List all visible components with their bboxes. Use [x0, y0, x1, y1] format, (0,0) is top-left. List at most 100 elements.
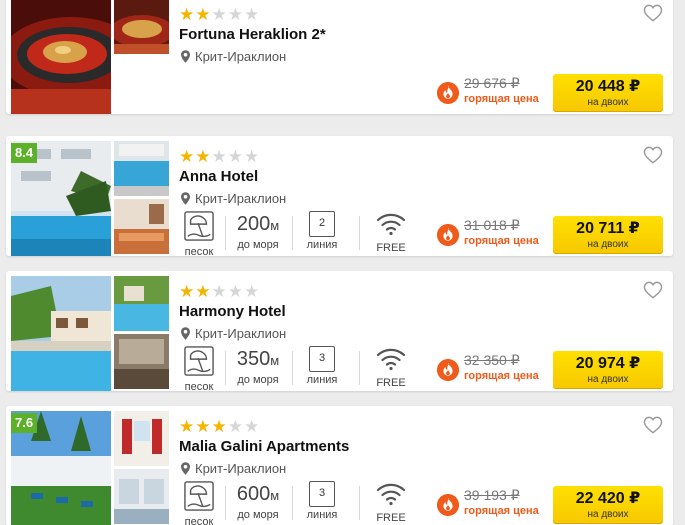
hotel-location: Крит-Ираклион — [181, 49, 286, 64]
location-text: Крит-Ираклион — [195, 461, 287, 476]
price-value: 20 974 ₽ — [575, 355, 641, 372]
location-text: Крит-Ираклион — [195, 49, 287, 64]
hotel-photo-thumb[interactable] — [114, 411, 169, 466]
line-label: линия — [306, 374, 338, 386]
hotel-photo-thumb[interactable] — [114, 334, 169, 389]
rating-badge: 7.6 — [11, 413, 38, 433]
distance-unit: м — [270, 488, 280, 503]
wifi-feature: FREE — [371, 211, 411, 254]
heart-icon[interactable] — [643, 416, 663, 434]
wifi-label: FREE — [376, 377, 406, 389]
beach-label: песок — [184, 516, 214, 525]
star-icon: ★ — [195, 5, 211, 24]
hotel-photo-main[interactable] — [11, 276, 111, 391]
distance-label: до моря — [237, 239, 279, 251]
star-icon: ★ — [195, 282, 211, 301]
star-icon: ★ — [244, 282, 260, 301]
distance-value: 350 — [236, 348, 271, 370]
price-sub: на двоих — [587, 239, 629, 250]
beach-feature: песок — [179, 211, 219, 256]
pin-icon — [181, 327, 190, 340]
star-icon: ★ — [211, 5, 227, 24]
price-value: 20 448 ₽ — [575, 78, 641, 95]
hotel-card[interactable]: ★ ★ ★ ★ ★ Harmony Hotel Крит-Ираклион песок … — [6, 271, 673, 391]
star-rating: ★ ★ ★ ★ ★ — [179, 148, 259, 165]
hotel-card[interactable]: ★ ★ ★ ★ ★ Fortuna Heraklion 2* Крит-Ираклион… — [6, 0, 673, 114]
hotel-card[interactable]: 7.6 ★ ★ ★ ★ ★ Malia Galini Apartments Крит-И… — [6, 406, 673, 525]
line-value: 2 — [309, 211, 335, 237]
old-price: 39 193 ₽ — [464, 487, 520, 503]
wifi-icon — [376, 481, 406, 507]
wifi-label: FREE — [376, 512, 406, 524]
line-feature: 2 линия — [302, 211, 342, 253]
heart-icon[interactable] — [643, 4, 663, 22]
price-button[interactable]: 20 448 ₽ на двоих — [553, 74, 663, 112]
wifi-icon — [376, 211, 406, 237]
hotel-card[interactable]: 8.4 ★ ★ ★ ★ ★ Anna Hotel Крит-Ираклион песок… — [6, 136, 673, 256]
star-icon: ★ — [179, 282, 195, 301]
hotel-photo-main[interactable] — [11, 0, 111, 114]
star-icon: ★ — [227, 5, 243, 24]
star-icon: ★ — [195, 417, 211, 436]
beach-feature: песок — [179, 346, 219, 391]
price-button[interactable]: 20 711 ₽ на двоих — [553, 216, 663, 254]
wifi-label: FREE — [376, 242, 406, 254]
line-feature: 3 линия — [302, 346, 342, 388]
beach-umbrella-icon — [183, 211, 215, 241]
pin-icon — [181, 192, 190, 205]
star-icon: ★ — [227, 147, 243, 166]
hotel-photo-thumb[interactable] — [114, 276, 169, 331]
old-price: 32 350 ₽ — [464, 352, 520, 368]
price-button[interactable]: 22 420 ₽ на двоих — [553, 486, 663, 524]
star-icon: ★ — [227, 282, 243, 301]
line-feature: 3 линия — [302, 481, 342, 523]
price-value: 20 711 ₽ — [576, 220, 640, 237]
hot-price-label: горящая цена — [464, 93, 539, 105]
beach-label: песок — [184, 381, 214, 391]
distance-feature: 200м до моря — [230, 211, 286, 253]
hotel-photo-thumb[interactable] — [114, 141, 169, 196]
hot-price-label: горящая цена — [464, 370, 539, 382]
heart-icon[interactable] — [643, 281, 663, 299]
distance-feature: 600м до моря — [230, 481, 286, 523]
distance-unit: м — [270, 353, 280, 368]
star-icon: ★ — [211, 417, 227, 436]
star-rating: ★ ★ ★ ★ ★ — [179, 418, 259, 435]
price-sub: на двоих — [587, 374, 629, 385]
wifi-feature: FREE — [371, 481, 411, 524]
beach-label: песок — [184, 246, 214, 256]
rating-badge: 8.4 — [11, 143, 38, 163]
price-sub: на двоих — [587, 97, 629, 108]
location-text: Крит-Ираклион — [195, 326, 287, 341]
hotel-photo-thumb[interactable] — [114, 469, 169, 524]
star-rating: ★ ★ ★ ★ ★ — [179, 283, 259, 300]
flame-icon — [437, 82, 459, 104]
star-icon: ★ — [179, 417, 195, 436]
hotel-name[interactable]: Anna Hotel — [179, 168, 258, 185]
heart-icon[interactable] — [643, 146, 663, 164]
old-price: 31 018 ₽ — [464, 217, 520, 233]
price-value: 22 420 ₽ — [575, 490, 641, 507]
wifi-icon — [376, 346, 406, 372]
hotel-photo-thumb[interactable] — [114, 0, 169, 54]
hot-price-label: горящая цена — [464, 505, 539, 517]
distance-value: 200 — [236, 213, 271, 235]
hotel-name[interactable]: Harmony Hotel — [179, 303, 286, 320]
hotel-name[interactable]: Malia Galini Apartments — [179, 438, 349, 455]
hotel-location: Крит-Ираклион — [181, 191, 286, 206]
pin-icon — [181, 50, 190, 63]
distance-label: до моря — [237, 374, 279, 386]
hotel-photo-thumb[interactable] — [114, 199, 169, 254]
star-icon: ★ — [195, 147, 211, 166]
hotel-location: Крит-Ираклион — [181, 326, 286, 341]
beach-umbrella-icon — [183, 481, 215, 511]
hotel-name[interactable]: Fortuna Heraklion 2* — [179, 26, 326, 43]
star-icon: ★ — [244, 147, 260, 166]
price-sub: на двоих — [587, 509, 629, 520]
star-rating: ★ ★ ★ ★ ★ — [179, 6, 259, 23]
distance-value: 600 — [236, 483, 271, 505]
line-label: линия — [306, 509, 338, 521]
hotel-location: Крит-Ираклион — [181, 461, 286, 476]
price-button[interactable]: 20 974 ₽ на двоих — [553, 351, 663, 389]
star-icon: ★ — [244, 5, 260, 24]
